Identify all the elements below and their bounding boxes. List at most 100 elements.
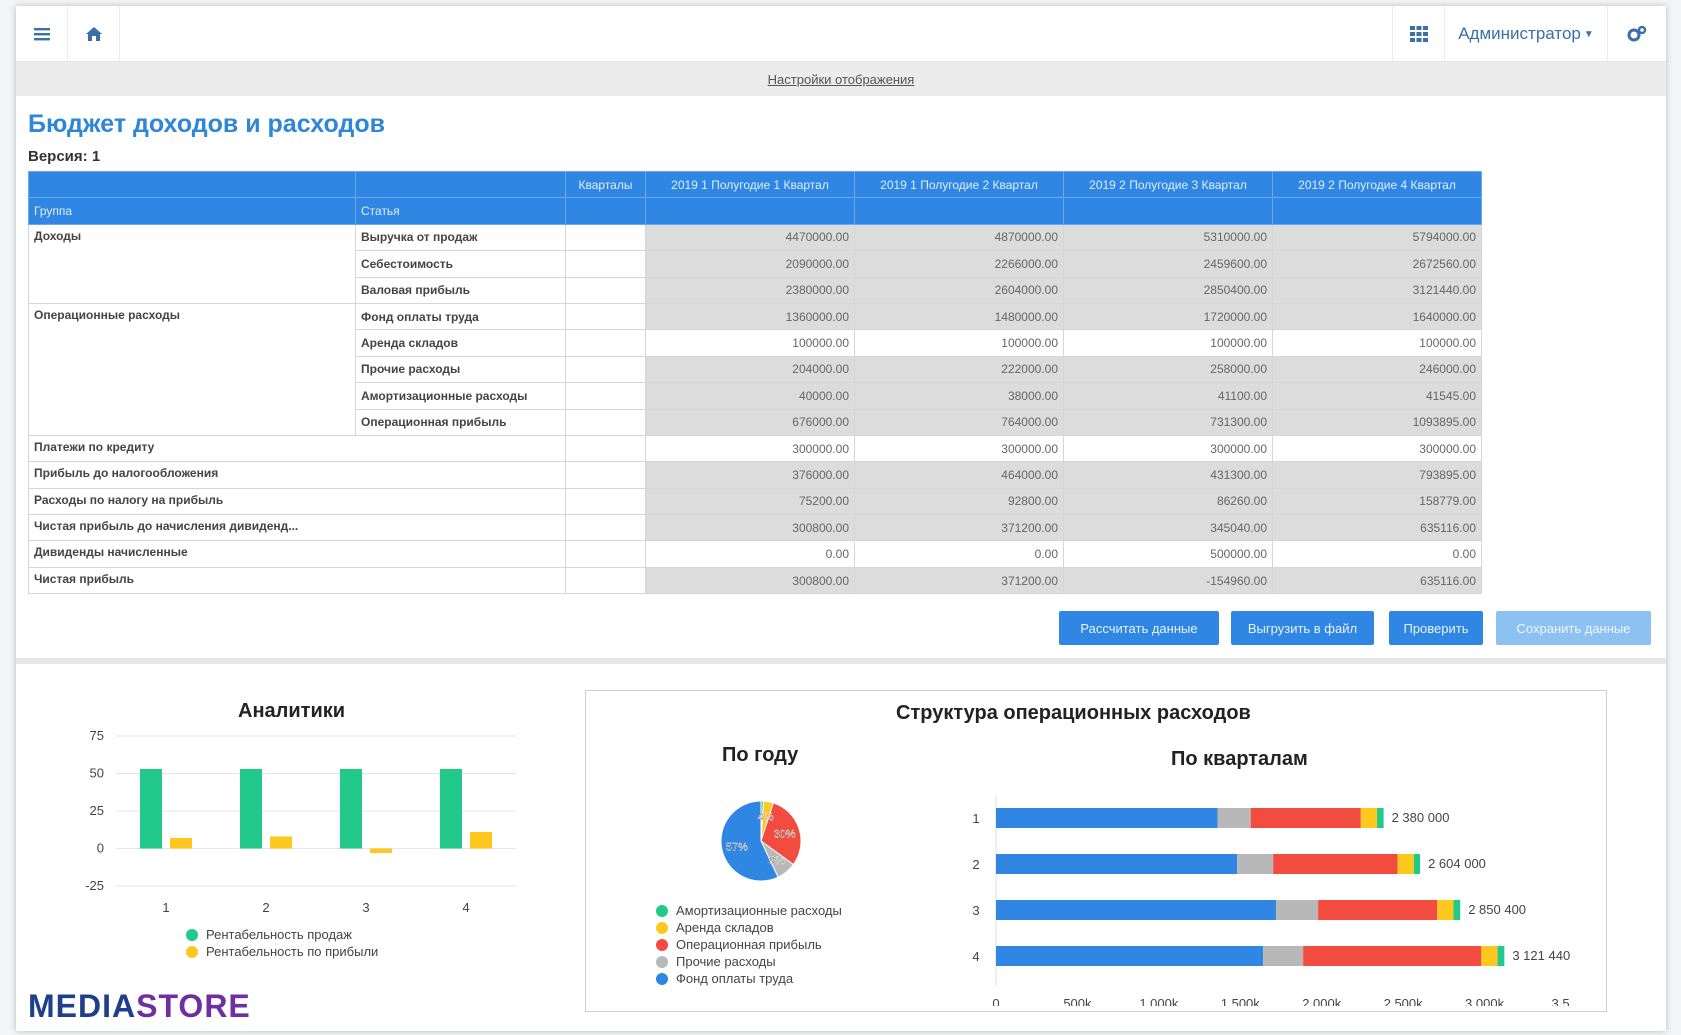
legend-label: Прочие расходы — [676, 954, 776, 969]
value-cell[interactable]: 376000.00 — [645, 461, 855, 489]
empty-cell — [565, 408, 646, 436]
value-cell[interactable]: 100000.00 — [645, 329, 855, 357]
value-cell[interactable]: 635116.00 — [1272, 566, 1482, 595]
empty-cell — [565, 514, 646, 542]
value-cell[interactable]: 100000.00 — [1272, 329, 1482, 357]
value-cell[interactable]: 2090000.00 — [645, 250, 855, 278]
empty-cell — [565, 540, 646, 568]
bar-segment — [996, 854, 1238, 874]
value-cell[interactable]: 371200.00 — [854, 566, 1064, 595]
value-cell[interactable]: 793895.00 — [1272, 461, 1482, 489]
value-cell[interactable]: 258000.00 — [1063, 355, 1273, 384]
empty-cell — [565, 223, 646, 252]
caret-down-icon: ▼ — [1583, 28, 1594, 40]
value-cell[interactable]: 2380000.00 — [645, 276, 855, 304]
empty-cell — [565, 566, 646, 595]
calculate-button[interactable]: Рассчитать данные — [1059, 611, 1219, 645]
header-cell-quarters: Кварталы — [565, 170, 646, 199]
value-cell[interactable]: 300800.00 — [645, 514, 855, 542]
group-cell: Платежи по кредиту — [28, 434, 566, 463]
settings-button[interactable] — [1608, 6, 1666, 62]
user-menu-dropdown[interactable]: Администратор ▼ — [1444, 6, 1608, 62]
value-cell[interactable]: 2850400.00 — [1063, 276, 1273, 304]
table-row: Прибыль до налогообложения 376000.00 464… — [28, 461, 1482, 489]
value-cell[interactable]: 300000.00 — [1063, 434, 1273, 463]
home-icon — [85, 27, 102, 41]
value-cell[interactable]: 731300.00 — [1063, 408, 1273, 436]
value-cell[interactable]: 764000.00 — [854, 408, 1064, 436]
legend-item: Рентабельность продаж — [186, 926, 378, 943]
structure-legend: Амортизационные расходы Аренда складов О… — [656, 902, 842, 987]
structure-title: Структура операционных расходов — [896, 702, 1251, 724]
home-button[interactable] — [68, 6, 120, 62]
value-cell[interactable]: 676000.00 — [645, 408, 855, 436]
value-cell[interactable]: 2604000.00 — [854, 276, 1064, 304]
value-cell[interactable]: 41545.00 — [1272, 382, 1482, 410]
app-window: Администратор ▼ Настройки отображения Бюд… — [16, 6, 1666, 1031]
value-cell[interactable]: 300000.00 — [854, 434, 1064, 463]
table-row: Чистая прибыль до начисления дивиденд...… — [28, 514, 1482, 542]
value-cell[interactable]: 5310000.00 — [1063, 223, 1273, 252]
analytics-chart: 75 50 25 0 -25 1 2 3 4 — [85, 728, 516, 915]
y-tick-label: 3 — [972, 903, 979, 918]
table-header: Кварталы 2019 1 Полугодие 1 Квартал 2019… — [28, 170, 1482, 225]
value-cell[interactable]: 100000.00 — [854, 329, 1064, 357]
value-cell[interactable]: 500000.00 — [1063, 540, 1273, 568]
menu-button[interactable] — [16, 6, 68, 62]
value-cell[interactable]: 41100.00 — [1063, 382, 1273, 410]
group-cell: Операционные расходы — [28, 302, 356, 436]
value-cell[interactable]: 635116.00 — [1272, 514, 1482, 542]
value-cell[interactable]: 75200.00 — [645, 487, 855, 516]
value-cell[interactable]: 345040.00 — [1063, 514, 1273, 542]
save-button[interactable]: Сохранить данные — [1496, 611, 1651, 645]
value-cell[interactable]: 0.00 — [645, 540, 855, 568]
value-cell[interactable]: 371200.00 — [854, 514, 1064, 542]
apps-button[interactable] — [1392, 6, 1444, 62]
legend-item: Амортизационные расходы — [656, 902, 842, 919]
value-cell[interactable]: 1640000.00 — [1272, 302, 1482, 331]
value-cell[interactable]: 300000.00 — [645, 434, 855, 463]
header-cell-q3: 2019 2 Полугодие 3 Квартал — [1063, 170, 1273, 199]
value-cell[interactable]: 3121440.00 — [1272, 276, 1482, 304]
value-cell[interactable]: 158779.00 — [1272, 487, 1482, 516]
value-cell[interactable]: 431300.00 — [1063, 461, 1273, 489]
value-cell[interactable]: -154960.00 — [1063, 566, 1273, 595]
value-cell[interactable]: 2459600.00 — [1063, 250, 1273, 278]
check-button[interactable]: Проверить — [1389, 611, 1483, 645]
value-cell[interactable]: 1093895.00 — [1272, 408, 1482, 436]
group-cell: Дивиденды начисленные — [28, 540, 566, 568]
value-cell[interactable]: 2672560.00 — [1272, 250, 1482, 278]
value-cell[interactable]: 1720000.00 — [1063, 302, 1273, 331]
value-cell[interactable]: 2266000.00 — [854, 250, 1064, 278]
value-cell[interactable]: 300000.00 — [1272, 434, 1482, 463]
value-cell[interactable]: 86260.00 — [1063, 487, 1273, 516]
top-navbar: Администратор ▼ — [16, 6, 1666, 62]
bar — [140, 769, 162, 849]
value-cell[interactable]: 4470000.00 — [645, 223, 855, 252]
legend-label: Операционная прибыль — [676, 937, 822, 952]
value-cell[interactable]: 92800.00 — [854, 487, 1064, 516]
value-cell[interactable]: 0.00 — [854, 540, 1064, 568]
export-button[interactable]: Выгрузить в файл — [1231, 611, 1374, 645]
bar — [170, 838, 192, 849]
bar-segment — [1397, 854, 1414, 874]
group-cell: Расходы по налогу на прибыль — [28, 487, 566, 516]
value-cell[interactable]: 204000.00 — [645, 355, 855, 384]
value-cell[interactable]: 4870000.00 — [854, 223, 1064, 252]
header-cell-q4: 2019 2 Полугодие 4 Квартал — [1272, 170, 1482, 199]
value-cell[interactable]: 246000.00 — [1272, 355, 1482, 384]
bar-segment — [996, 808, 1218, 828]
value-cell[interactable]: 0.00 — [1272, 540, 1482, 568]
value-cell[interactable]: 300800.00 — [645, 566, 855, 595]
value-cell[interactable]: 5794000.00 — [1272, 223, 1482, 252]
value-cell[interactable]: 1360000.00 — [645, 302, 855, 331]
value-cell[interactable]: 464000.00 — [854, 461, 1064, 489]
analytics-title: Аналитики — [238, 700, 346, 722]
value-cell[interactable]: 40000.00 — [645, 382, 855, 410]
value-cell[interactable]: 1480000.00 — [854, 302, 1064, 331]
value-cell[interactable]: 38000.00 — [854, 382, 1064, 410]
value-cell[interactable]: 222000.00 — [854, 355, 1064, 384]
display-settings-link[interactable]: Настройки отображения — [768, 72, 915, 87]
logo-part1: MEDIA — [28, 988, 137, 1024]
value-cell[interactable]: 100000.00 — [1063, 329, 1273, 357]
